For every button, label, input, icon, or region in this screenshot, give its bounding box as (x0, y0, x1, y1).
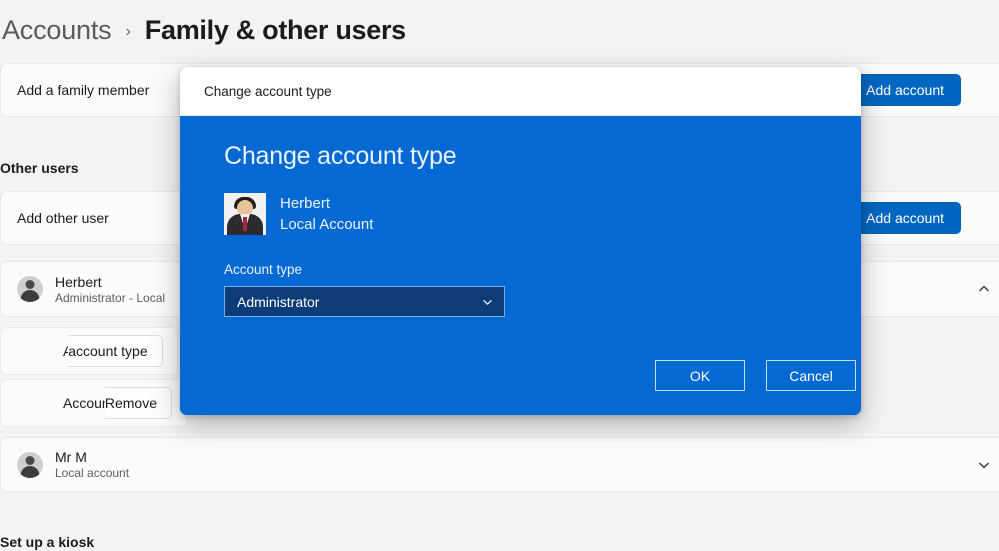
page-title: Family & other users (145, 15, 406, 46)
chevron-up-icon[interactable] (977, 282, 991, 296)
account-type-select-value: Administrator (237, 294, 319, 310)
breadcrumb-parent-link[interactable]: Accounts (2, 15, 111, 46)
subrow-actions: Remove (105, 387, 172, 419)
add-family-member-actions: Add account (849, 74, 961, 106)
dialog-user-name: Herbert (280, 194, 373, 213)
add-account-button-family[interactable]: Add account (849, 74, 961, 106)
user-row-main: Herbert Administrator - Local (17, 274, 165, 305)
user-subtitle: Administrator - Local (55, 291, 165, 305)
add-account-button-other[interactable]: Add account (849, 202, 961, 234)
breadcrumb-separator-icon: › (125, 20, 130, 41)
subrow-account-options[interactable]: Account options account type (0, 327, 178, 375)
dialog-actions: OK Cancel (180, 360, 861, 391)
dialog-body: Change account type Herbert Local Accoun… (180, 116, 861, 415)
setup-kiosk-heading: Set up a kiosk (0, 534, 94, 550)
dialog-titlebar-text: Change account type (204, 84, 332, 99)
user-name: Mr M (55, 449, 129, 465)
other-users-heading: Other users (0, 160, 79, 176)
ok-button[interactable]: OK (655, 360, 745, 391)
chevron-down-icon (481, 295, 494, 308)
user-texts: Herbert Administrator - Local (55, 274, 165, 305)
user-name: Herbert (55, 274, 165, 290)
user-texts: Mr M Local account (55, 449, 129, 480)
subrow-actions: account type (68, 335, 162, 367)
remove-account-button[interactable]: Remove (105, 387, 172, 419)
user-row-mrm[interactable]: Mr M Local account (0, 437, 999, 492)
add-other-user-label: Add other user (17, 210, 109, 226)
user-row-main: Mr M Local account (17, 449, 129, 480)
change-account-type-dialog: Change account type Change account type … (180, 67, 861, 415)
user-suit-avatar (224, 193, 266, 235)
breadcrumb: Accounts › Family & other users (0, 8, 406, 52)
subrow-account-and-data[interactable]: Account and data Remove (0, 379, 187, 427)
avatar (17, 276, 43, 302)
avatar (17, 452, 43, 478)
chevron-down-icon[interactable] (977, 458, 991, 472)
account-type-select[interactable]: Administrator (224, 286, 505, 317)
screen: Accounts › Family & other users Add a fa… (0, 0, 999, 551)
dialog-titlebar: Change account type (180, 67, 861, 116)
dialog-user-summary: Herbert Local Account (224, 193, 861, 235)
change-account-type-button[interactable]: account type (68, 335, 162, 367)
cancel-button[interactable]: Cancel (766, 360, 856, 391)
dialog-heading: Change account type (224, 142, 861, 171)
account-type-label: Account type (224, 262, 861, 277)
dialog-user-account-kind: Local Account (280, 215, 373, 234)
add-other-user-actions: Add account (849, 202, 961, 234)
dialog-user-texts: Herbert Local Account (280, 194, 373, 234)
user-subtitle: Local account (55, 466, 129, 480)
add-family-member-label: Add a family member (17, 82, 149, 98)
